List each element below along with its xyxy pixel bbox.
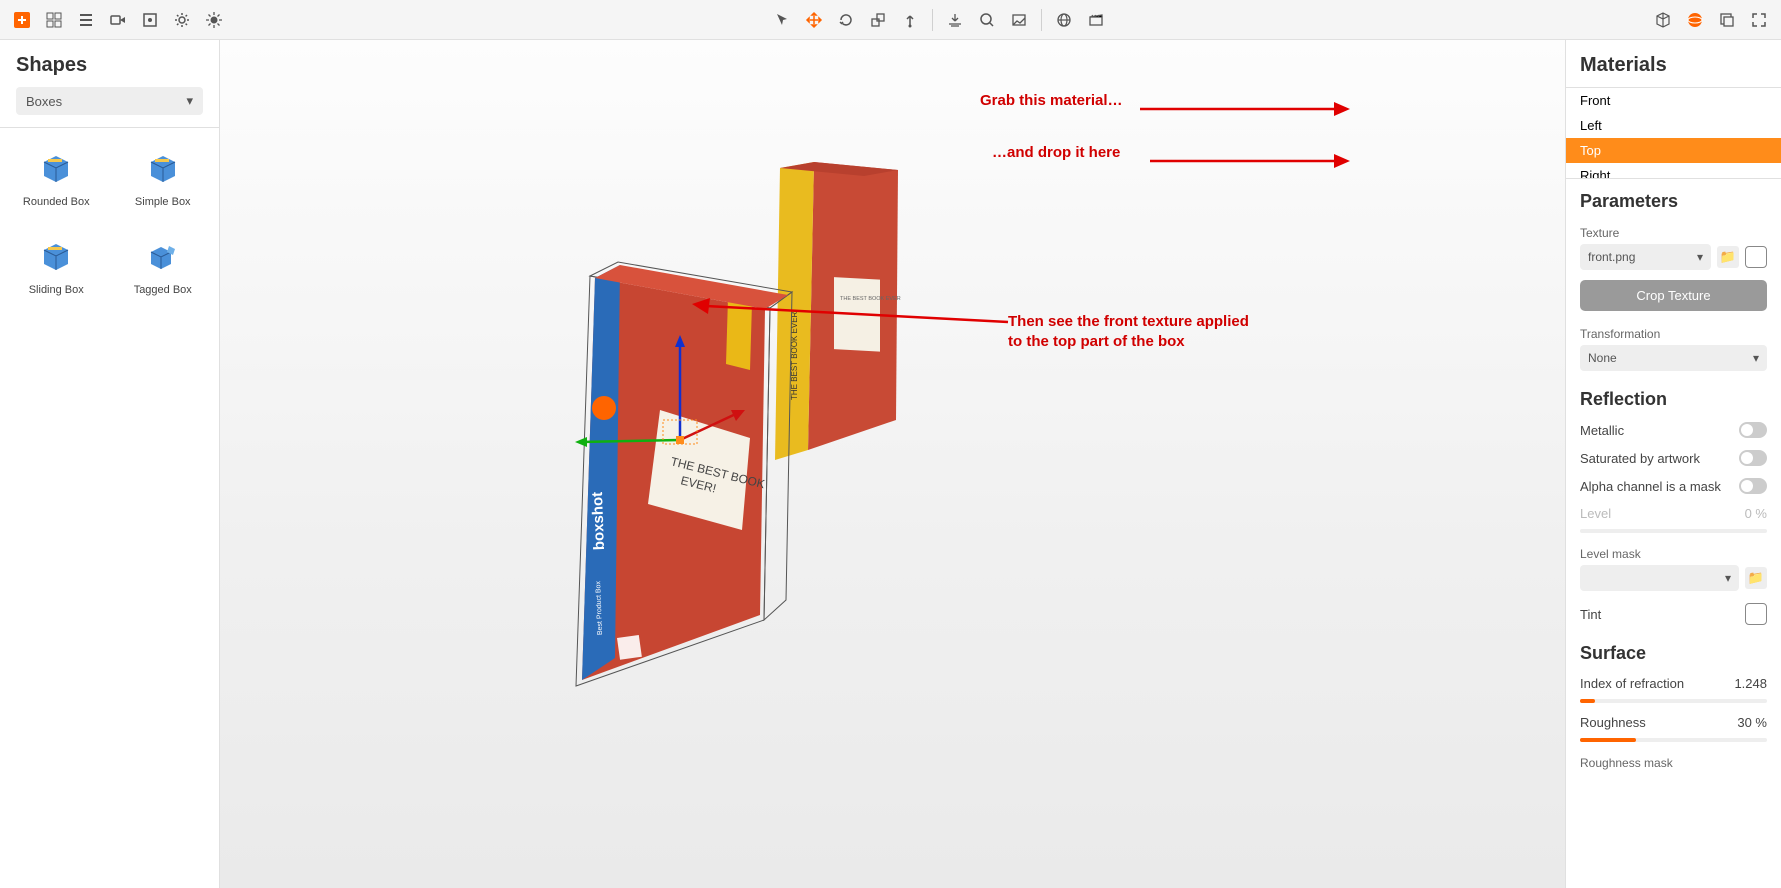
zoom-icon[interactable] [973, 6, 1001, 34]
ior-label: Index of refraction [1580, 676, 1684, 691]
shape-label: Tagged Box [134, 284, 192, 296]
tint-label: Tint [1580, 607, 1601, 622]
level-value: 0 % [1745, 506, 1767, 521]
shapes-category-select[interactable]: Boxes ▾ [16, 87, 203, 115]
globe-icon[interactable] [1050, 6, 1078, 34]
transformation-label: Transformation [1566, 319, 1781, 345]
material-item-right[interactable]: Right [1566, 163, 1781, 179]
saturated-toggle[interactable] [1739, 450, 1767, 466]
video-camera-icon[interactable] [104, 6, 132, 34]
roughness-mask-label: Roughness mask [1566, 748, 1781, 774]
surface-title: Surface [1566, 631, 1781, 670]
viewport-3d[interactable]: THE BEST BOOK EVER! THE BEST BOOK EVER T… [220, 40, 1565, 888]
chevron-down-icon: ▾ [1725, 571, 1731, 585]
shape-label: Rounded Box [23, 196, 90, 208]
texture-label: Texture [1566, 218, 1781, 244]
texture-select[interactable]: front.png▾ [1580, 244, 1711, 270]
material-item-left[interactable]: Left [1566, 113, 1781, 138]
gear-icon[interactable] [168, 6, 196, 34]
chevron-down-icon: ▾ [1697, 250, 1703, 264]
brightness-icon[interactable] [200, 6, 228, 34]
pivot-icon[interactable] [896, 6, 924, 34]
shape-tagged-box[interactable]: Tagged Box [115, 226, 212, 304]
metallic-label: Metallic [1580, 423, 1624, 438]
scale-icon[interactable] [864, 6, 892, 34]
level-slider[interactable] [1580, 529, 1767, 533]
ior-value: 1.248 [1734, 676, 1767, 691]
shape-label: Simple Box [135, 196, 191, 208]
view-icon[interactable] [1005, 6, 1033, 34]
shape-rounded-box[interactable]: Rounded Box [8, 138, 105, 216]
material-item-top[interactable]: Top [1566, 138, 1781, 163]
roughness-slider[interactable] [1580, 738, 1767, 742]
reflection-title: Reflection [1566, 377, 1781, 416]
materials-list: Front Left Top Right [1566, 87, 1781, 179]
book-1-selected: THE BEST BOOK EVER! boxshot Best Product… [575, 262, 792, 686]
rotate-icon[interactable] [832, 6, 860, 34]
shapes-panel: Shapes Boxes ▾ Rounded Box Simple Box Sl… [0, 40, 220, 888]
ior-slider[interactable] [1580, 699, 1767, 703]
clapperboard-icon[interactable] [1082, 6, 1110, 34]
plus-square-icon[interactable] [8, 6, 36, 34]
fullscreen-icon[interactable] [1745, 6, 1773, 34]
book-2: THE BEST BOOK EVER! THE BEST BOOK EVER [775, 162, 901, 460]
alpha-mask-toggle[interactable] [1739, 478, 1767, 494]
level-label: Level [1580, 506, 1611, 521]
parameters-title: Parameters [1566, 179, 1781, 218]
chevron-down-icon: ▾ [1753, 351, 1759, 365]
svg-text:boxshot: boxshot [589, 492, 608, 551]
metallic-toggle[interactable] [1739, 422, 1767, 438]
properties-panel: Materials Front Left Top Right Parameter… [1565, 40, 1781, 888]
chevron-down-icon: ▾ [186, 93, 193, 109]
shape-label: Sliding Box [29, 284, 84, 296]
shapes-title: Shapes [0, 40, 219, 87]
list-icon[interactable] [72, 6, 100, 34]
toolbar [0, 0, 1781, 40]
materials-title: Materials [1566, 40, 1781, 87]
separator [932, 9, 933, 31]
target-icon[interactable] [136, 6, 164, 34]
svg-text:THE BEST BOOK EVER: THE BEST BOOK EVER [840, 296, 901, 302]
saturated-label: Saturated by artwork [1580, 451, 1700, 466]
roughness-value: 30 % [1737, 715, 1767, 730]
crop-texture-button[interactable]: Crop Texture [1580, 280, 1767, 311]
transformation-select[interactable]: None▾ [1580, 345, 1767, 371]
layers-icon[interactable] [1713, 6, 1741, 34]
cursor-icon[interactable] [768, 6, 796, 34]
shape-simple-box[interactable]: Simple Box [115, 138, 212, 216]
sphere-icon[interactable] [1681, 6, 1709, 34]
folder-icon[interactable]: 📁 [1745, 567, 1767, 589]
scene-3d: THE BEST BOOK EVER! THE BEST BOOK EVER T… [220, 40, 1565, 888]
separator [1041, 9, 1042, 31]
cube-icon[interactable] [1649, 6, 1677, 34]
folder-icon[interactable]: 📁 [1717, 246, 1739, 268]
shape-sliding-box[interactable]: Sliding Box [8, 226, 105, 304]
ground-icon[interactable] [941, 6, 969, 34]
material-item-front[interactable]: Front [1566, 88, 1781, 113]
roughness-label: Roughness [1580, 715, 1646, 730]
texture-color-swatch[interactable] [1745, 246, 1767, 268]
alpha-mask-label: Alpha channel is a mask [1580, 479, 1721, 494]
tint-color-swatch[interactable] [1745, 603, 1767, 625]
level-mask-select[interactable]: ▾ [1580, 565, 1739, 591]
level-mask-label: Level mask [1566, 539, 1781, 565]
shapes-category-value: Boxes [26, 94, 62, 109]
grid-icon[interactable] [40, 6, 68, 34]
move-icon[interactable] [800, 6, 828, 34]
